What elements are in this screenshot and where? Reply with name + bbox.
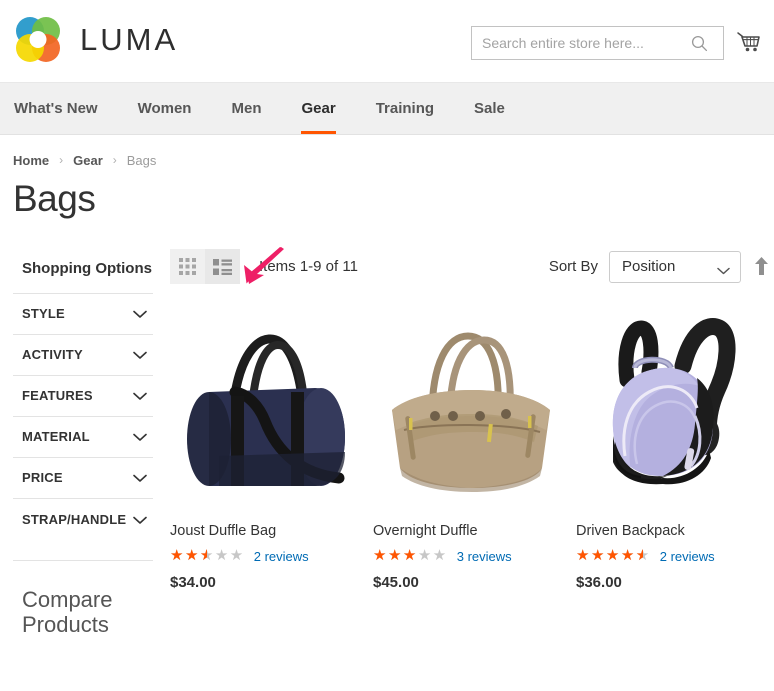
product-grid: Joust Duffle Bag ★★★★★ ★★★★★ 2 reviews $…: [170, 288, 774, 591]
product-rating: ★★★★★ ★★★★★ 3 reviews: [373, 548, 576, 564]
main-content: Shopping Options STYLE ACTIVITY FEATURES: [0, 220, 774, 638]
site-header: LUMA: [0, 0, 774, 83]
product-list-toolbar: Items 1-9 of 11 Sort By Position: [170, 246, 774, 288]
compare-products-title: Compare Products: [22, 587, 153, 638]
nav-item-men[interactable]: Men: [211, 83, 281, 134]
search-box[interactable]: [471, 26, 724, 60]
product-price: $34.00: [170, 574, 373, 591]
product-name[interactable]: Driven Backpack: [576, 523, 774, 540]
filter-activity[interactable]: ACTIVITY: [13, 334, 153, 375]
breadcrumb: Home › Gear › Bags: [0, 135, 774, 167]
filter-label: MATERIAL: [22, 427, 90, 447]
filter-style[interactable]: STYLE: [13, 293, 153, 334]
product-reviews-link[interactable]: 2 reviews: [254, 549, 309, 564]
breadcrumb-item-home[interactable]: Home: [13, 153, 49, 168]
nav-item-whats-new[interactable]: What's New: [10, 83, 118, 134]
nav-item-gear[interactable]: Gear: [281, 83, 355, 134]
breadcrumb-separator-icon: ›: [59, 153, 63, 167]
chevron-down-icon: [133, 470, 147, 488]
product-image-driven-backpack[interactable]: [576, 304, 771, 514]
arrow-up-icon: [754, 257, 769, 276]
chevron-down-icon: [717, 263, 730, 281]
filter-label: STYLE: [22, 304, 65, 324]
product-price: $36.00: [576, 574, 774, 591]
sidebar: Shopping Options STYLE ACTIVITY FEATURES: [0, 246, 153, 638]
breadcrumb-item-gear[interactable]: Gear: [73, 153, 103, 168]
search-icon[interactable]: [682, 27, 716, 59]
nav-label: Men: [231, 100, 261, 117]
sort-by-value: Position: [610, 258, 675, 275]
filter-material[interactable]: MATERIAL: [13, 416, 153, 457]
grid-view-button[interactable]: [170, 249, 205, 284]
product-price: $45.00: [373, 574, 576, 591]
page-title: Bags: [13, 179, 774, 220]
star-rating-icon: ★★★★★ ★★★★★: [373, 548, 448, 564]
chevron-down-icon: [133, 388, 147, 406]
chevron-down-icon: [133, 429, 147, 447]
star-rating-fill: ★★★★★: [170, 548, 207, 563]
nav-item-training[interactable]: Training: [356, 83, 454, 134]
breadcrumb-item-bags: Bags: [127, 153, 157, 168]
product-image-joust-duffle-bag[interactable]: [170, 304, 365, 514]
search-input[interactable]: [472, 28, 682, 58]
list-view-icon: [213, 259, 232, 275]
product-item: Joust Duffle Bag ★★★★★ ★★★★★ 2 reviews $…: [170, 304, 373, 591]
product-reviews-link[interactable]: 3 reviews: [457, 549, 512, 564]
main-navigation: What's New Women Men Gear Training Sale: [0, 83, 774, 135]
list-view-button[interactable]: [205, 249, 240, 284]
sort-by-select[interactable]: Position: [609, 251, 741, 283]
product-name[interactable]: Joust Duffle Bag: [170, 523, 373, 540]
product-item: Overnight Duffle ★★★★★ ★★★★★ 3 reviews $…: [373, 304, 576, 591]
sort-by-label: Sort By: [549, 258, 598, 275]
star-rating-icon: ★★★★★ ★★★★★: [576, 548, 651, 564]
product-item: Driven Backpack ★★★★★ ★★★★★ 2 reviews $3…: [576, 304, 774, 591]
shopping-cart-icon[interactable]: [732, 24, 766, 60]
breadcrumb-separator-icon: ›: [113, 153, 117, 167]
site-logo[interactable]: LUMA: [10, 12, 178, 68]
star-rating-fill: ★★★★★: [373, 548, 418, 563]
star-rating-icon: ★★★★★ ★★★★★: [170, 548, 245, 564]
sorter: Sort By Position: [549, 251, 774, 283]
product-name[interactable]: Overnight Duffle: [373, 523, 576, 540]
nav-label: Training: [376, 100, 434, 117]
nav-item-women[interactable]: Women: [118, 83, 212, 134]
grid-view-icon: [179, 258, 196, 275]
view-mode-switch: [170, 249, 240, 284]
luma-logo-icon: [10, 12, 66, 68]
chevron-down-icon: [133, 512, 147, 530]
brand-name: LUMA: [80, 22, 178, 58]
filter-price[interactable]: PRICE: [13, 457, 153, 498]
filter-label: PRICE: [22, 468, 63, 488]
nav-label: Sale: [474, 100, 505, 117]
chevron-down-icon: [133, 347, 147, 365]
filter-label: FEATURES: [22, 386, 93, 406]
star-rating-fill: ★★★★★: [576, 548, 643, 563]
sort-direction-button[interactable]: [754, 257, 769, 276]
filter-label: ACTIVITY: [22, 345, 83, 365]
nav-item-sale[interactable]: Sale: [454, 83, 525, 134]
toolbar-amount: Items 1-9 of 11: [259, 258, 358, 275]
product-rating: ★★★★★ ★★★★★ 2 reviews: [576, 548, 774, 564]
sidebar-divider: [13, 560, 153, 561]
product-rating: ★★★★★ ★★★★★ 2 reviews: [170, 548, 373, 564]
chevron-down-icon: [133, 306, 147, 324]
filter-label: STRAP/HANDLE: [22, 510, 126, 530]
product-image-overnight-duffle[interactable]: [373, 304, 568, 514]
nav-label: What's New: [14, 100, 98, 117]
luma-category-page: LUMA: [0, 0, 774, 691]
shopping-options-title: Shopping Options: [13, 246, 153, 293]
filter-features[interactable]: FEATURES: [13, 375, 153, 416]
product-list-area: Items 1-9 of 11 Sort By Position: [153, 246, 774, 638]
filter-strap-handle[interactable]: STRAP/HANDLE: [13, 498, 153, 560]
nav-label: Gear: [301, 100, 335, 117]
product-reviews-link[interactable]: 2 reviews: [660, 549, 715, 564]
nav-label: Women: [138, 100, 192, 117]
